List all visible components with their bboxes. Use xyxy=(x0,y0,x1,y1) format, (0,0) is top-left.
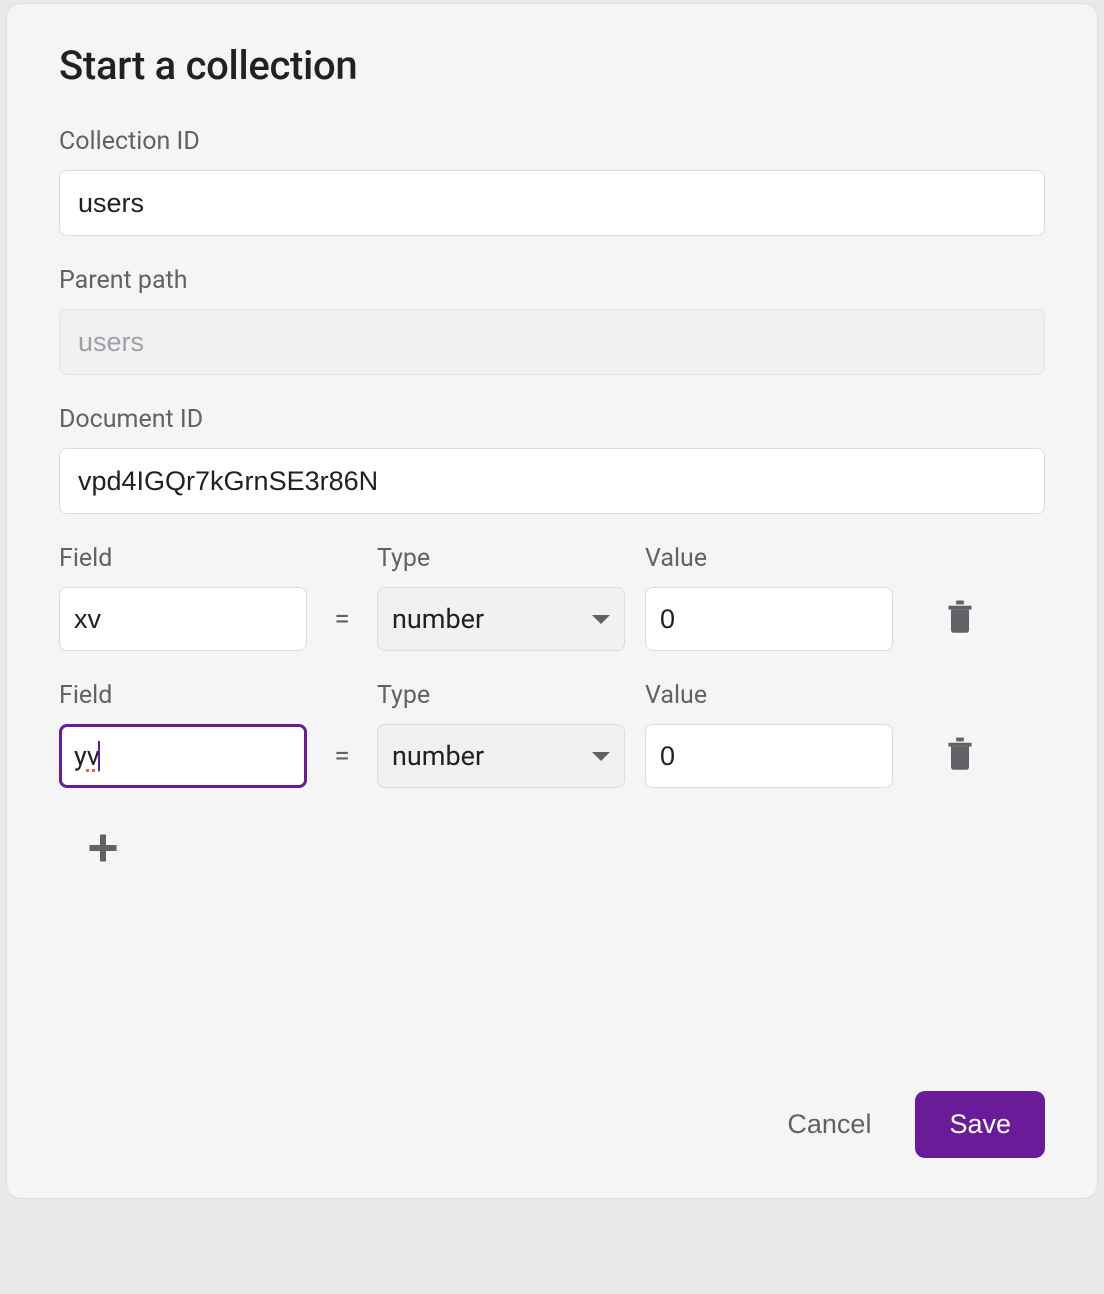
equals-sign: = xyxy=(327,739,357,788)
collection-id-label: Collection ID xyxy=(59,127,1045,156)
document-id-label: Document ID xyxy=(59,405,1045,434)
field-name-input[interactable] xyxy=(59,587,307,651)
collection-id-input[interactable] xyxy=(59,170,1045,236)
field-header-label: Field xyxy=(59,681,307,710)
save-button[interactable]: Save xyxy=(915,1091,1045,1158)
delete-field-button[interactable] xyxy=(940,594,980,641)
field-name-input[interactable]: yv xyxy=(59,724,307,788)
add-field-button[interactable] xyxy=(73,818,133,878)
field-value-input[interactable] xyxy=(645,724,893,788)
start-collection-dialog: Start a collection Collection ID Parent … xyxy=(7,4,1097,1198)
type-select[interactable]: number xyxy=(377,587,625,651)
field-value-input[interactable] xyxy=(645,587,893,651)
type-select-value: number xyxy=(392,740,484,772)
type-select[interactable]: number xyxy=(377,724,625,788)
trash-icon xyxy=(944,598,976,634)
field-header-label: Field xyxy=(59,544,307,573)
cancel-button[interactable]: Cancel xyxy=(783,1099,875,1150)
trash-icon xyxy=(944,735,976,771)
parent-path-group: Parent path xyxy=(59,266,1045,375)
chevron-down-icon xyxy=(592,752,610,761)
value-header-label: Value xyxy=(645,681,893,710)
collection-id-group: Collection ID xyxy=(59,127,1045,236)
text-caret xyxy=(98,741,100,771)
plus-icon xyxy=(85,830,121,866)
value-header-label: Value xyxy=(645,544,893,573)
field-row: Field yv = Type number Value xyxy=(59,681,1045,788)
type-select-value: number xyxy=(392,603,484,635)
parent-path-label: Parent path xyxy=(59,266,1045,295)
field-row: Field = Type number Value xyxy=(59,544,1045,651)
chevron-down-icon xyxy=(592,615,610,624)
type-header-label: Type xyxy=(377,544,625,573)
parent-path-input xyxy=(59,309,1045,375)
delete-field-button[interactable] xyxy=(940,731,980,778)
document-id-input[interactable] xyxy=(59,448,1045,514)
document-id-group: Document ID xyxy=(59,405,1045,514)
dialog-footer: Cancel Save xyxy=(783,1091,1045,1158)
equals-sign: = xyxy=(327,602,357,651)
type-header-label: Type xyxy=(377,681,625,710)
dialog-title: Start a collection xyxy=(59,42,1045,89)
